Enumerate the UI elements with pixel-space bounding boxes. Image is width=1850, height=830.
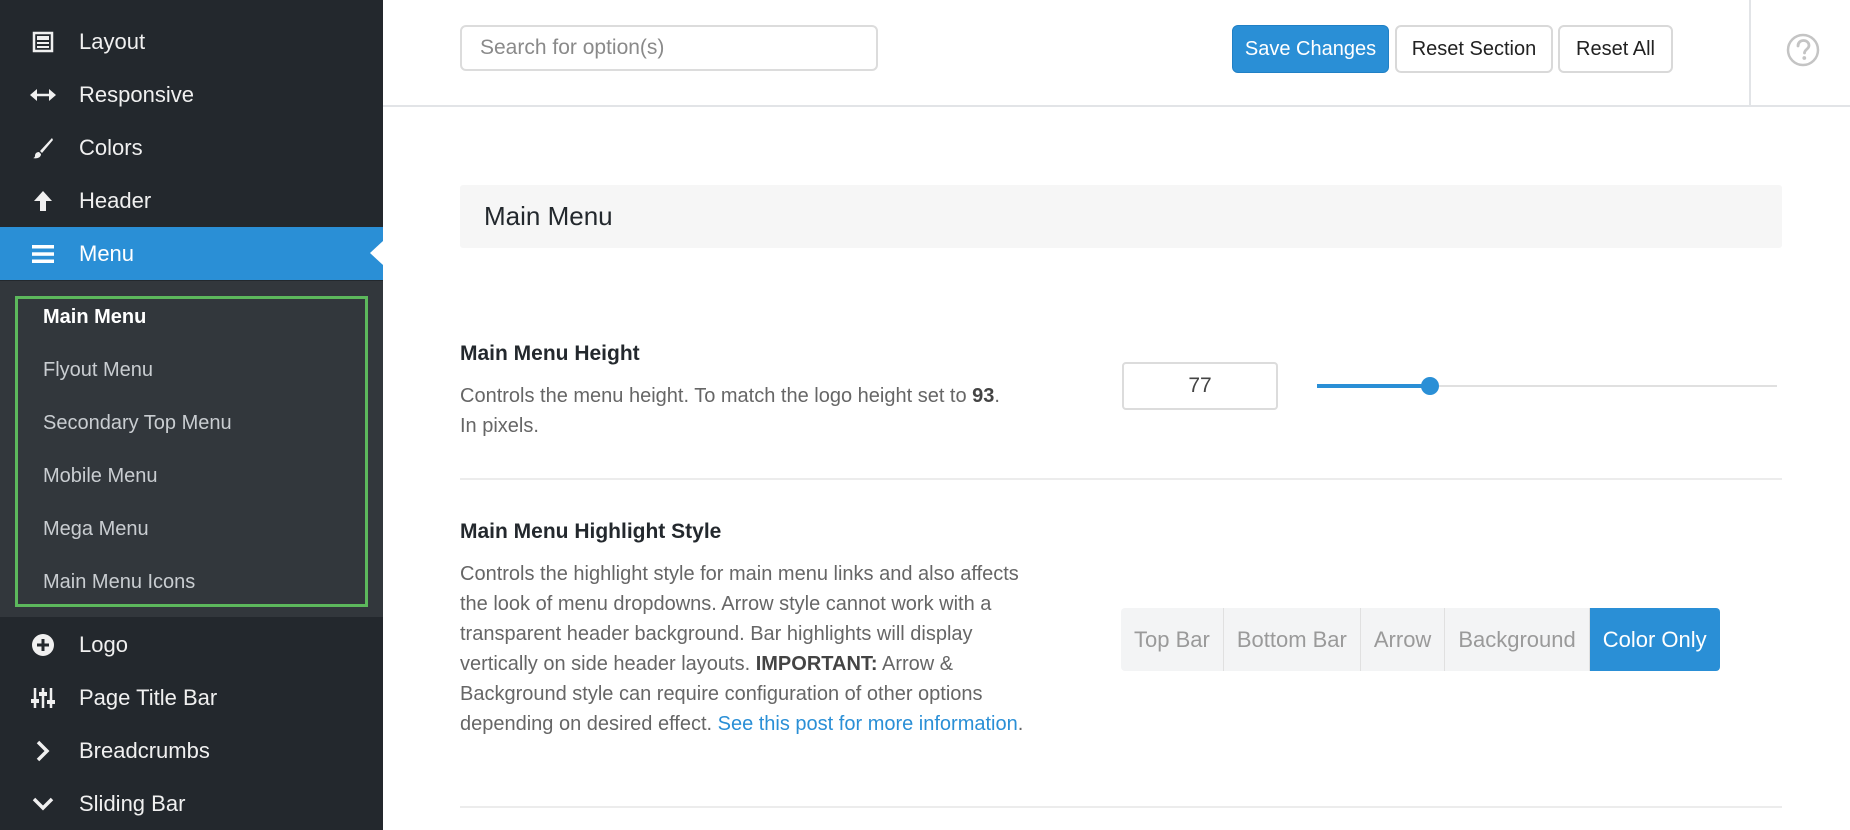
description-period: . — [994, 385, 1000, 407]
sidebar-item-header[interactable]: Header — [0, 174, 383, 227]
save-changes-button[interactable]: Save Changes — [1232, 25, 1389, 73]
sidebar-item-label: Layout — [79, 28, 146, 54]
sidebar-item-label: Breadcrumbs — [79, 737, 210, 763]
more-info-link[interactable]: See this post for more information — [718, 713, 1018, 735]
toolbar-divider — [1749, 0, 1751, 105]
submenu-item-main-menu[interactable]: Main Menu — [43, 302, 146, 332]
sidebar-item-sliding-bar[interactable]: Sliding Bar — [0, 777, 383, 830]
submenu-item-mega-menu[interactable]: Mega Menu — [43, 514, 149, 544]
layout-icon — [28, 27, 58, 57]
sidebar-item-page-title-bar[interactable]: Page Title Bar — [0, 671, 383, 724]
sidebar-item-label: Page Title Bar — [79, 684, 218, 710]
options-toolbar: Save Changes Reset Section Reset All — [383, 0, 1850, 107]
logo-height-value: 93 — [972, 385, 995, 407]
option-divider — [460, 806, 1782, 808]
sidebar-item-layout[interactable]: Layout — [0, 15, 383, 68]
sidebar-item-menu[interactable]: Menu — [0, 227, 383, 280]
option-divider — [460, 478, 1782, 480]
slider-handle[interactable] — [1420, 377, 1439, 395]
option-description-highlight-style: Controls the highlight style for main me… — [460, 559, 1045, 739]
highlight-option-background[interactable]: Background — [1445, 608, 1590, 671]
search-input[interactable] — [460, 25, 878, 71]
reset-section-button[interactable]: Reset Section — [1395, 25, 1553, 73]
brush-icon — [28, 133, 58, 163]
sidebar-item-label: Colors — [79, 134, 143, 160]
section-header: Main Menu — [460, 185, 1782, 248]
submenu-highlight-box: Main Menu Flyout Menu Secondary Top Menu… — [15, 296, 368, 607]
admin-sidebar: Layout Responsive Colors Header Menu Mai… — [0, 0, 383, 830]
submenu-item-mobile-menu[interactable]: Mobile Menu — [43, 461, 158, 491]
sidebar-item-responsive[interactable]: Responsive — [0, 68, 383, 121]
sidebar-item-label: Sliding Bar — [79, 790, 186, 816]
arrows-horizontal-icon — [28, 80, 58, 110]
plus-circle-icon — [28, 630, 58, 660]
important-label: IMPORTANT: — [755, 653, 878, 675]
submenu-item-main-menu-icons[interactable]: Main Menu Icons — [43, 567, 195, 597]
section-title: Main Menu — [484, 201, 613, 231]
highlight-option-arrow[interactable]: Arrow — [1360, 608, 1446, 671]
menu-height-input[interactable] — [1122, 362, 1278, 410]
description-period: . — [1017, 713, 1024, 735]
sidebar-item-logo[interactable]: Logo — [0, 618, 383, 671]
menu-height-slider[interactable] — [1317, 375, 1777, 397]
help-icon[interactable] — [1786, 33, 1820, 67]
sidebar-item-breadcrumbs[interactable]: Breadcrumbs — [0, 724, 383, 777]
highlight-style-button-group: Top Bar Bottom Bar Arrow Background Colo… — [1121, 608, 1720, 671]
sidebar-item-label: Menu — [79, 240, 135, 266]
slider-fill — [1317, 384, 1430, 388]
arrow-up-icon — [28, 186, 58, 216]
sidebar-item-colors[interactable]: Colors — [0, 121, 383, 174]
hamburger-icon — [28, 239, 58, 269]
menu-submenu: Main Menu Flyout Menu Secondary Top Menu… — [0, 281, 383, 617]
sliders-icon — [28, 683, 58, 713]
chevron-down-icon — [28, 789, 58, 819]
sidebar-item-label: Logo — [79, 631, 128, 657]
highlight-option-color-only[interactable]: Color Only — [1589, 608, 1720, 671]
sidebar-item-label: Header — [79, 187, 152, 213]
description-text: Controls the menu height. To match the l… — [460, 385, 973, 407]
option-title-menu-height: Main Menu Height — [460, 342, 640, 365]
submenu-item-secondary-top-menu[interactable]: Secondary Top Menu — [43, 408, 232, 438]
submenu-item-flyout-menu[interactable]: Flyout Menu — [43, 355, 153, 385]
chevron-right-icon — [28, 736, 58, 766]
sidebar-item-label: Responsive — [79, 81, 194, 107]
highlight-option-top-bar[interactable]: Top Bar — [1121, 608, 1224, 671]
highlight-option-bottom-bar[interactable]: Bottom Bar — [1223, 608, 1361, 671]
option-description-menu-height: Controls the menu height. To match the l… — [460, 381, 1045, 441]
reset-all-button[interactable]: Reset All — [1558, 25, 1673, 73]
unit-note: In pixels. — [460, 415, 539, 437]
option-title-highlight-style: Main Menu Highlight Style — [460, 520, 722, 543]
